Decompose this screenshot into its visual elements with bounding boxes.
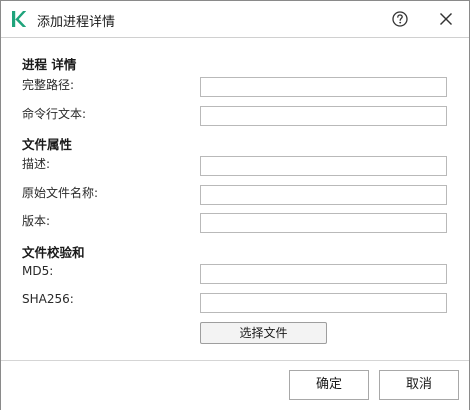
choose-file-button[interactable]: 选择文件 bbox=[200, 322, 327, 344]
original-file-name-label: 原始文件名称: bbox=[22, 186, 99, 200]
md5-input[interactable] bbox=[200, 264, 447, 284]
version-label: 版本: bbox=[22, 214, 51, 228]
sha256-label: SHA256: bbox=[22, 292, 74, 306]
add-process-details-dialog: 添加进程详情 进程 详情 完整路径: 命令行文本: 文件属性 描述: 原始文件名… bbox=[0, 0, 470, 410]
full-path-input[interactable] bbox=[200, 77, 447, 97]
section-file-properties: 文件属性 bbox=[22, 137, 73, 152]
section-checksum: 文件校验和 bbox=[22, 245, 85, 260]
kaspersky-logo-icon bbox=[12, 11, 26, 27]
title-bar: 添加进程详情 bbox=[1, 1, 469, 38]
full-path-label: 完整路径: bbox=[22, 78, 75, 92]
window-title: 添加进程详情 bbox=[37, 15, 116, 30]
original-file-name-input[interactable] bbox=[200, 185, 447, 205]
cancel-button[interactable]: 取消 bbox=[379, 370, 459, 400]
ok-button[interactable]: 确定 bbox=[289, 370, 369, 400]
close-icon[interactable] bbox=[437, 10, 455, 28]
md5-label: MD5: bbox=[22, 264, 54, 278]
section-process-details: 进程 详情 bbox=[22, 57, 77, 72]
command-line-input[interactable] bbox=[200, 106, 447, 126]
description-label: 描述: bbox=[22, 157, 51, 171]
description-input[interactable] bbox=[200, 156, 447, 176]
version-input[interactable] bbox=[200, 213, 447, 233]
command-line-label: 命令行文本: bbox=[22, 107, 87, 121]
help-circle-icon[interactable] bbox=[391, 10, 409, 28]
sha256-input[interactable] bbox=[200, 293, 447, 313]
dialog-footer: 确定 取消 bbox=[1, 360, 469, 410]
